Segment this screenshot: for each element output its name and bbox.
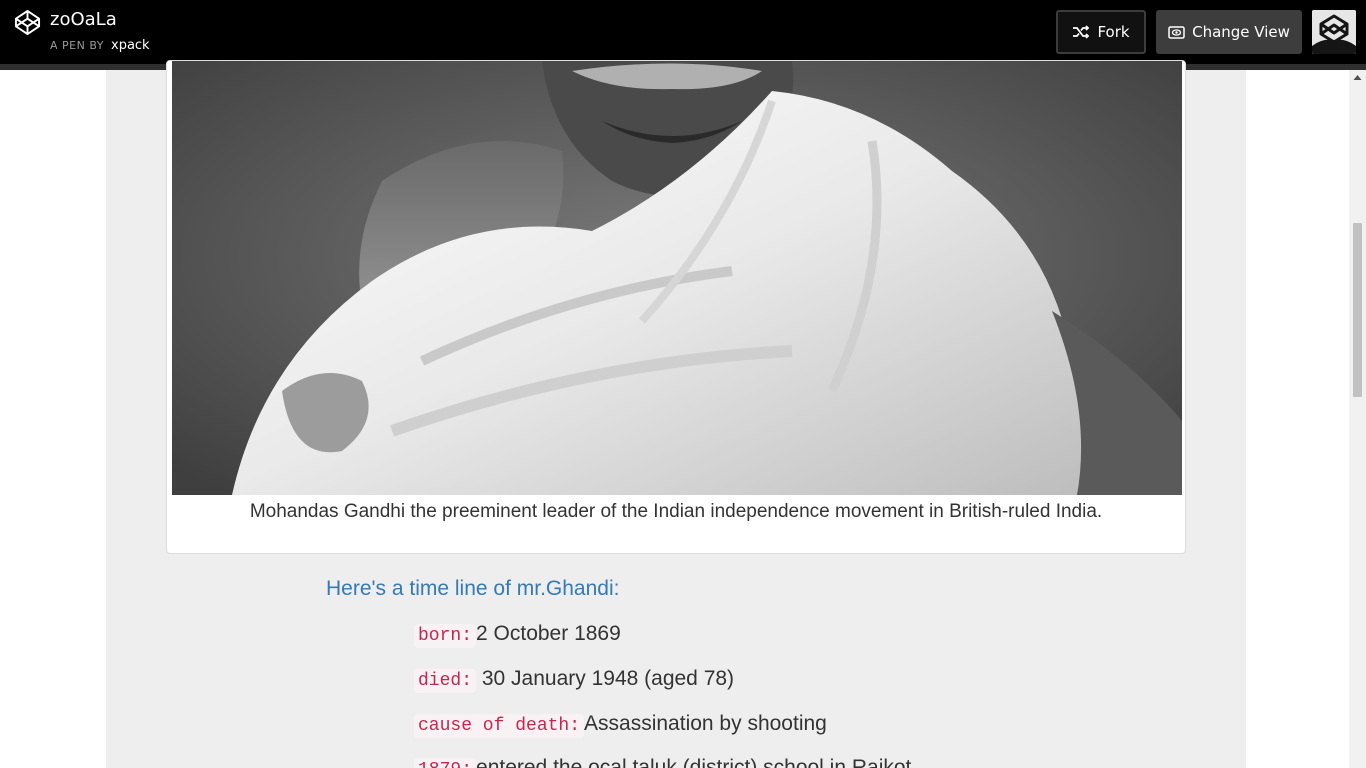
view-icon	[1168, 25, 1185, 39]
gandhi-photo	[172, 61, 1182, 495]
scroll-up-arrow-icon[interactable]	[1349, 70, 1366, 87]
pen-title: zoOaLa	[50, 9, 117, 30]
scrollbar-thumb[interactable]	[1353, 223, 1362, 397]
timeline-item: 1879:entered the ocal taluk (district) s…	[414, 756, 911, 768]
change-view-label: Change View	[1192, 23, 1290, 41]
image-thumbnail: Mohandas Gandhi the preeminent leader of…	[166, 60, 1186, 554]
timeline-item: cause of death: Assassination by shooting	[414, 712, 827, 738]
timeline-item: born: 2 October 1869	[414, 622, 621, 648]
timeline-text: Assassination by shooting	[584, 712, 827, 735]
timeline-key: born:	[414, 624, 477, 648]
fork-button[interactable]: Fork	[1056, 10, 1146, 54]
codepen-logo-icon[interactable]	[14, 9, 41, 36]
photo-caption: Mohandas Gandhi the preeminent leader of…	[249, 501, 1103, 522]
timeline-text: entered the ocal taluk (district) school…	[476, 756, 912, 768]
user-avatar[interactable]	[1312, 10, 1356, 54]
timeline-key: cause of death:	[414, 714, 585, 738]
avatar-image	[1312, 10, 1356, 54]
timeline-heading: Here's a time line of mr.Ghandi:	[326, 577, 620, 600]
timeline-key: 1879:	[414, 758, 477, 768]
fork-icon	[1073, 25, 1090, 39]
pen-by-label: A PEN BY	[50, 39, 104, 52]
page-content: Mohandas Gandhi the preeminent leader of…	[106, 60, 1246, 768]
gandhi-portrait-image	[172, 61, 1182, 495]
change-view-button[interactable]: Change View	[1156, 10, 1302, 54]
timeline-text: 2 October 1869	[476, 622, 621, 645]
fork-label: Fork	[1097, 23, 1130, 41]
author-link[interactable]: xpack	[111, 38, 150, 53]
timeline-key: died:	[414, 669, 477, 693]
timeline-item: died: 30 January 1948 (aged 78)	[414, 667, 735, 693]
vertical-scrollbar[interactable]	[1349, 70, 1366, 768]
timeline-text: 30 January 1948 (aged 78)	[481, 667, 735, 690]
pen-by-line: A PEN BY xpack	[50, 38, 150, 53]
